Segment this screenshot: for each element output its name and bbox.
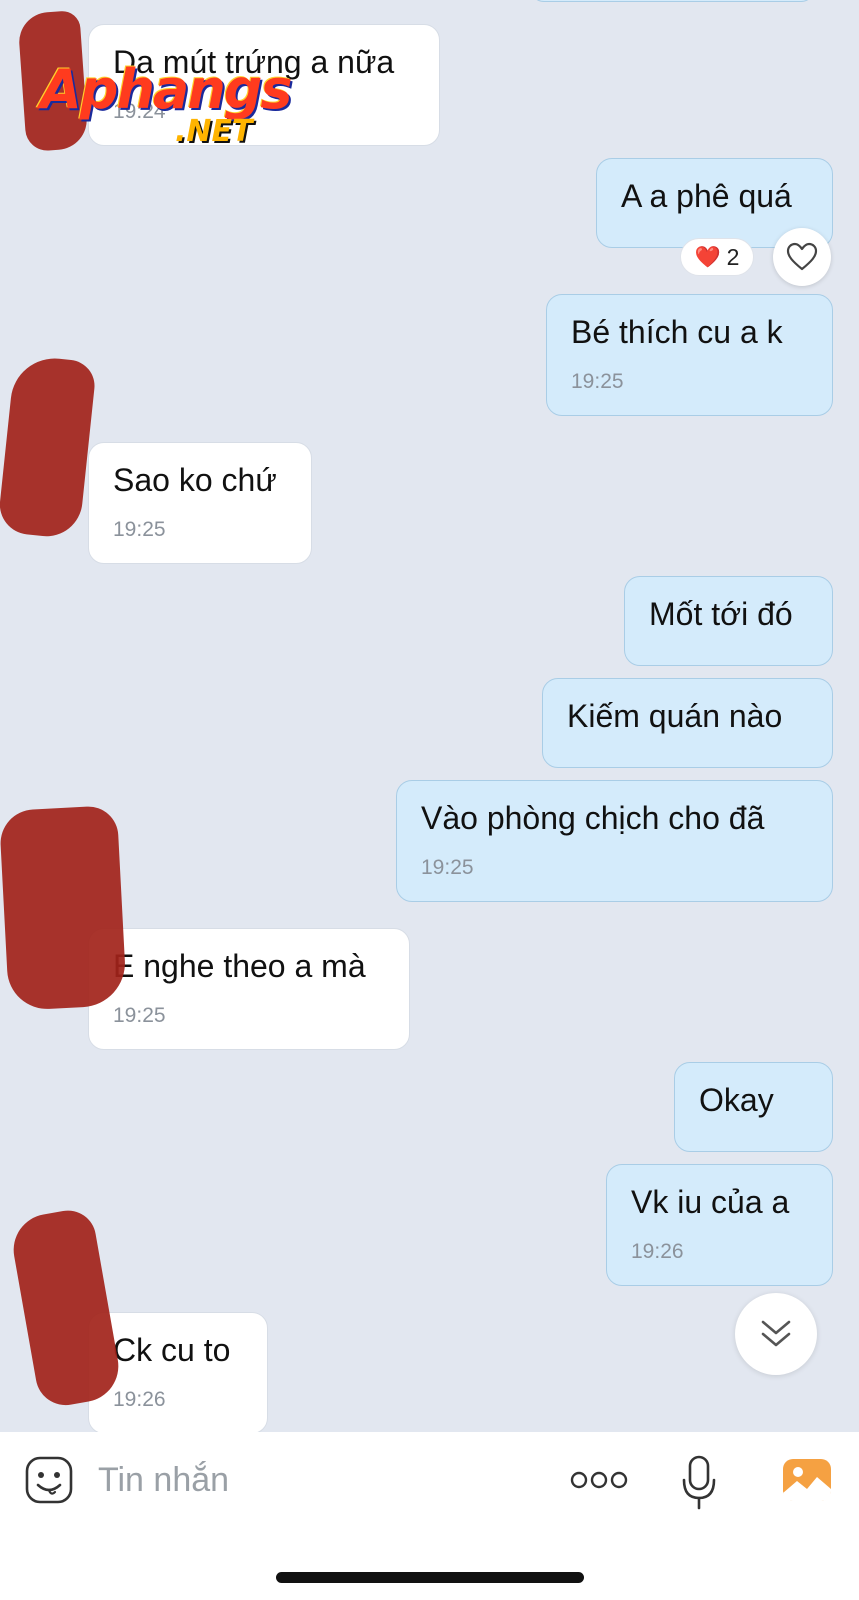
redacted-avatar <box>7 1206 125 1410</box>
message-text: A a phê quá <box>621 178 792 214</box>
react-heart-button[interactable] <box>773 228 831 286</box>
message-text: Mốt tới đó <box>649 596 793 632</box>
message-incoming[interactable]: E nghe theo a mà 19:25 <box>88 928 410 1050</box>
message-text: E nghe theo a mà <box>113 948 366 984</box>
message-composer <box>0 1432 859 1600</box>
more-options-button[interactable] <box>570 1468 628 1492</box>
message-incoming[interactable]: Da mút trứng a nữa 19:24 <box>88 24 440 146</box>
voice-record-button[interactable] <box>680 1454 718 1512</box>
message-text: Sao ko chứ <box>113 462 277 498</box>
microphone-icon <box>682 1455 716 1510</box>
message-outgoing[interactable]: Kiếm quán nào <box>542 678 833 768</box>
message-outgoing[interactable]: Mốt tới đó <box>624 576 833 666</box>
message-text: Kiếm quán nào <box>567 698 783 734</box>
chat-area[interactable]: Da mút trứng a nữa 19:24 A a phê quá ❤️ … <box>0 0 859 1432</box>
more-dots-icon <box>570 1471 628 1489</box>
redacted-avatar <box>0 354 98 540</box>
message-time: 19:25 <box>571 370 624 393</box>
redacted-avatar <box>17 10 89 152</box>
message-time: 19:25 <box>113 1004 166 1027</box>
gallery-button[interactable] <box>781 1455 833 1505</box>
reaction-badge[interactable]: ❤️ 2 <box>680 238 754 276</box>
image-gallery-icon <box>783 1459 831 1501</box>
message-outgoing[interactable]: Vk iu của a 19:26 <box>606 1164 833 1286</box>
message-outgoing[interactable]: Vào phòng chịch cho đã 19:25 <box>396 780 833 902</box>
heart-outline-icon <box>786 242 818 271</box>
message-outgoing[interactable]: Bé thích cu a k 19:25 <box>546 294 833 416</box>
message-text: Okay <box>699 1082 774 1118</box>
emoji-button[interactable] <box>24 1455 74 1505</box>
redacted-avatar <box>0 805 128 1011</box>
red-heart-emoji: ❤️ <box>694 245 721 269</box>
message-time: 19:26 <box>631 1240 684 1263</box>
message-text: Da mút trứng a nữa <box>113 44 395 80</box>
home-indicator <box>276 1572 584 1583</box>
message-text: Ck cu to <box>113 1332 231 1368</box>
scroll-to-bottom-button[interactable] <box>735 1293 817 1375</box>
reaction-count: 2 <box>726 243 740 270</box>
previous-message-edge <box>530 0 815 2</box>
message-outgoing[interactable]: Okay <box>674 1062 833 1152</box>
message-time: 19:25 <box>421 856 474 879</box>
message-time: 19:24 <box>113 100 166 123</box>
double-chevron-down-icon <box>761 1320 791 1347</box>
message-incoming[interactable]: Sao ko chứ 19:25 <box>88 442 312 564</box>
message-text: Vk iu của a <box>631 1184 790 1220</box>
message-text: Vào phòng chịch cho đã <box>421 800 765 836</box>
message-time: 19:25 <box>113 518 166 541</box>
message-text: Bé thích cu a k <box>571 314 783 350</box>
smiley-icon <box>25 1456 73 1504</box>
message-time: 19:26 <box>113 1388 166 1411</box>
message-input[interactable] <box>98 1454 518 1506</box>
